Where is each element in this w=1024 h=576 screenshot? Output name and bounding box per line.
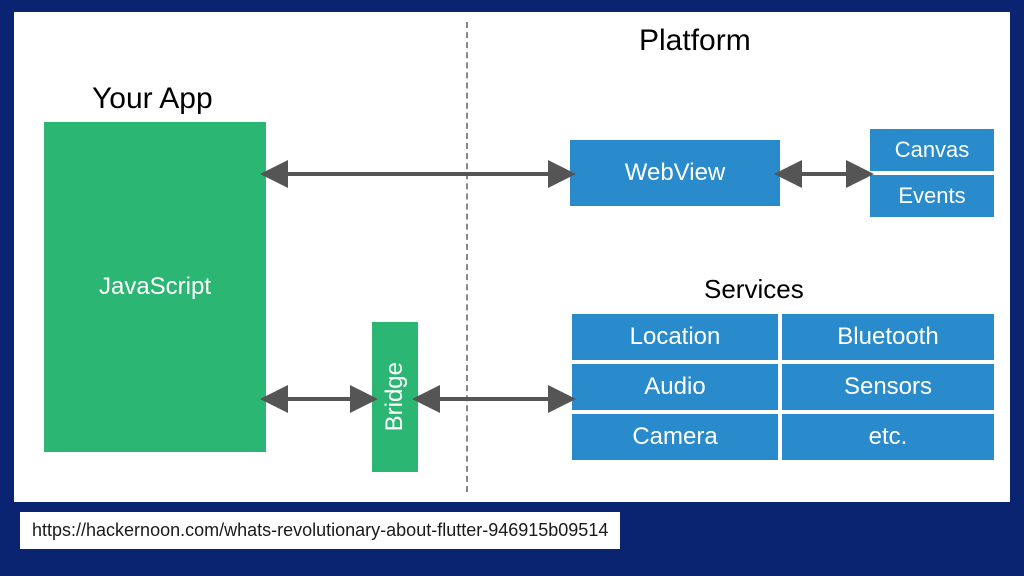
events-box-label: Events <box>898 183 965 209</box>
camera-box-label: Camera <box>632 423 717 451</box>
arrow-bridge-services <box>418 387 570 411</box>
divider-line <box>466 22 468 492</box>
your-app-label: Your App <box>92 82 213 116</box>
etc-box: etc. <box>780 412 996 462</box>
events-box: Events <box>868 173 996 219</box>
etc-box-label: etc. <box>869 423 908 451</box>
javascript-box: JavaScript <box>44 122 266 452</box>
services-label: Services <box>704 274 804 305</box>
diagram-canvas: Your App Platform Services JavaScript Br… <box>14 12 1010 502</box>
audio-box: Audio <box>570 362 780 412</box>
location-box: Location <box>570 312 780 362</box>
webview-box: WebView <box>570 140 780 206</box>
canvas-box: Canvas <box>868 127 996 173</box>
sensors-box: Sensors <box>780 362 996 412</box>
canvas-box-label: Canvas <box>895 137 970 163</box>
bluetooth-box-label: Bluetooth <box>837 323 938 351</box>
bridge-box: Bridge <box>372 322 418 472</box>
arrow-js-webview <box>266 162 570 186</box>
audio-box-label: Audio <box>644 373 705 401</box>
platform-label: Platform <box>639 24 751 58</box>
arrow-webview-canvas <box>780 162 868 186</box>
bridge-box-label: Bridge <box>381 362 409 431</box>
bluetooth-box: Bluetooth <box>780 312 996 362</box>
arrow-js-bridge <box>266 387 372 411</box>
camera-box: Camera <box>570 412 780 462</box>
source-caption: https://hackernoon.com/whats-revolutiona… <box>20 512 620 549</box>
location-box-label: Location <box>630 323 721 351</box>
javascript-box-label: JavaScript <box>99 273 211 301</box>
sensors-box-label: Sensors <box>844 373 932 401</box>
webview-box-label: WebView <box>625 159 726 187</box>
